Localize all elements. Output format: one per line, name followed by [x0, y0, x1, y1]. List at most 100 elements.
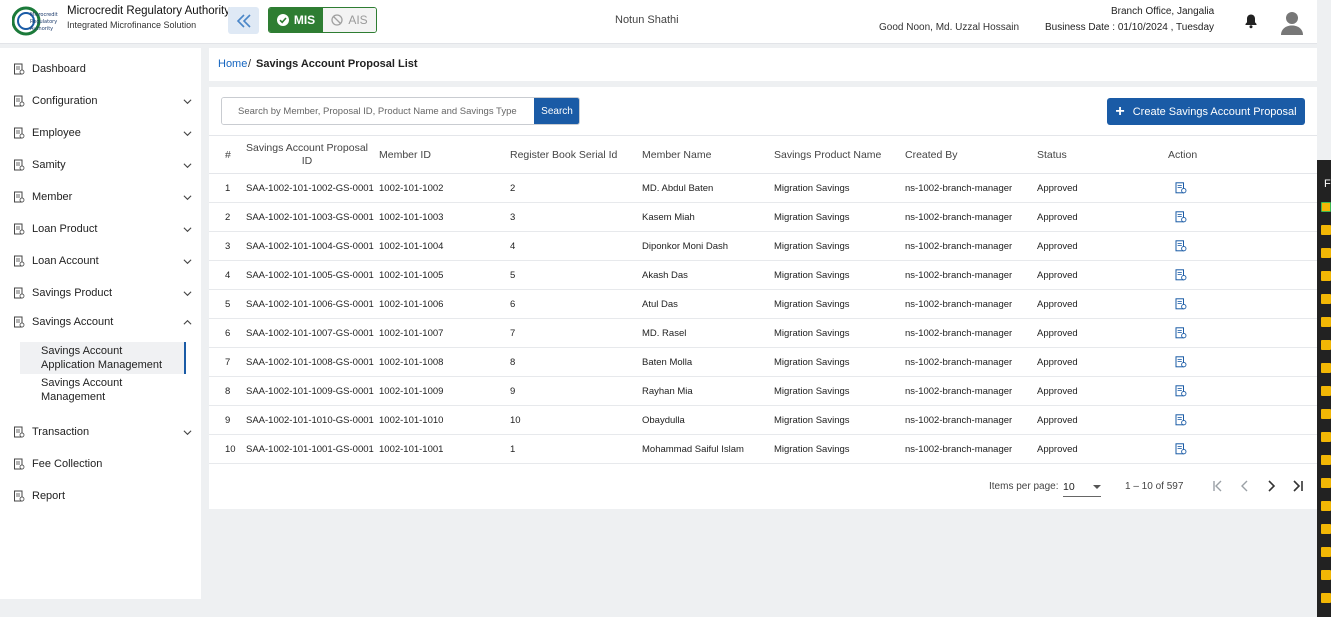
sidebar-subitem-account-management[interactable]: Savings Account Management — [20, 374, 186, 406]
cell-status: Approved — [1037, 270, 1078, 281]
folder-icon — [1321, 547, 1331, 557]
mode-mis-button[interactable]: MIS — [269, 8, 323, 32]
block-icon — [331, 14, 343, 26]
svg-text:Microcredit: Microcredit — [30, 12, 58, 18]
chevron-down-icon — [183, 429, 192, 435]
cell-proposal-id: SAA-1002-101-1008-GS-0001 — [246, 357, 374, 368]
sidebar-item-label: Transaction — [32, 426, 90, 438]
collapse-sidebar-button[interactable] — [228, 7, 259, 34]
sidebar-item-loan-product[interactable]: Loan Product — [0, 214, 201, 244]
create-proposal-button[interactable]: + Create Savings Account Proposal — [1107, 98, 1305, 125]
sidebar-item-member[interactable]: Member — [0, 182, 201, 212]
sidebar-item-report[interactable]: Report — [0, 481, 201, 511]
sidebar-item-samity[interactable]: Samity — [0, 150, 201, 180]
cell-status: Approved — [1037, 299, 1078, 310]
config-icon — [14, 95, 25, 107]
org-name: Notun Shathi — [615, 14, 679, 26]
folder-icon — [1321, 478, 1331, 488]
top-header: Microcredit Regulatory Authority Microcr… — [0, 0, 1317, 44]
search-input[interactable] — [222, 98, 534, 124]
sidebar-item-loan-account[interactable]: Loan Account — [0, 246, 201, 276]
mode-toggle: MIS AIS — [268, 7, 377, 33]
cell-member-id: 1002-101-1002 — [379, 183, 444, 194]
document-icon — [14, 490, 25, 502]
header-proposal-id-line2: ID — [301, 155, 313, 167]
folder-icon — [1321, 593, 1331, 603]
header-status[interactable]: Status — [1037, 149, 1067, 162]
dashboard-icon — [14, 63, 25, 75]
cell-num: 2 — [225, 212, 231, 223]
sidebar-item-dashboard[interactable]: Dashboard — [0, 54, 201, 84]
cell-num: 10 — [225, 444, 236, 455]
cell-created-by: ns-1002-branch-manager — [905, 328, 1013, 339]
view-details-icon[interactable] — [1175, 414, 1187, 426]
folder-icon — [1321, 501, 1331, 511]
header-register-serial[interactable]: Register Book Serial Id — [510, 149, 617, 162]
table-row: 4 SAA-1002-101-1005-GS-0001 1002-101-1005 5… — [209, 261, 1317, 290]
cell-proposal-id: SAA-1002-101-1009-GS-0001 — [246, 386, 374, 397]
cell-register-serial: 3 — [510, 212, 516, 223]
view-details-icon[interactable] — [1175, 298, 1187, 310]
cell-member-name: Atul Das — [642, 299, 678, 310]
sidebar-item-savings-product[interactable]: Savings Product — [0, 278, 201, 308]
mode-ais-label: AIS — [348, 13, 368, 27]
folder-icon — [1321, 432, 1331, 442]
view-details-icon[interactable] — [1175, 211, 1187, 223]
breadcrumb-home-link[interactable]: Home — [218, 58, 247, 70]
header-member-name[interactable]: Member Name — [642, 149, 711, 162]
search-button[interactable]: Search — [534, 98, 579, 124]
sidebar-item-employee[interactable]: Employee — [0, 118, 201, 148]
sidebar-item-configuration[interactable]: Configuration — [0, 86, 201, 116]
cell-num: 9 — [225, 415, 231, 426]
previous-page-icon[interactable] — [1237, 478, 1253, 494]
plus-icon: + — [1115, 102, 1125, 120]
cell-num: 1 — [225, 183, 231, 194]
fee-icon — [14, 458, 25, 470]
cell-status: Approved — [1037, 183, 1078, 194]
view-details-icon[interactable] — [1175, 240, 1187, 252]
cell-created-by: ns-1002-branch-manager — [905, 357, 1013, 368]
business-date: Business Date : 01/10/2024 , Tuesday — [1045, 22, 1214, 33]
cell-num: 7 — [225, 357, 231, 368]
first-page-icon[interactable] — [1210, 478, 1226, 494]
mra-logo: Microcredit Regulatory Authority — [12, 6, 58, 36]
header-proposal-id[interactable]: Savings Account Proposal ID — [246, 142, 368, 168]
next-page-icon[interactable] — [1263, 478, 1279, 494]
view-details-icon[interactable] — [1175, 443, 1187, 455]
sidebar-item-savings-account[interactable]: Savings Account — [0, 307, 201, 337]
cell-proposal-id: SAA-1002-101-1001-GS-0001 — [246, 444, 374, 455]
cell-product-name: Migration Savings — [774, 183, 850, 194]
cell-register-serial: 10 — [510, 415, 521, 426]
bell-icon[interactable] — [1243, 13, 1259, 29]
cell-created-by: ns-1002-branch-manager — [905, 386, 1013, 397]
sidebar-subitem-application-management[interactable]: Savings Account Application Management — [20, 342, 186, 374]
table-row: 2 SAA-1002-101-1003-GS-0001 1002-101-1003 3… — [209, 203, 1317, 232]
sidebar-item-label: Fee Collection — [32, 458, 103, 470]
view-details-icon[interactable] — [1175, 327, 1187, 339]
table-row: 10 SAA-1002-101-1001-GS-0001 1002-101-1001… — [209, 435, 1317, 464]
cell-member-id: 1002-101-1005 — [379, 270, 444, 281]
cell-member-name: Kasem Miah — [642, 212, 695, 223]
sidebar-item-transaction[interactable]: Transaction — [0, 417, 201, 447]
cell-member-name: Diponkor Moni Dash — [642, 241, 729, 252]
cell-product-name: Migration Savings — [774, 328, 850, 339]
folder-icon — [1321, 202, 1331, 212]
sidebar-item-label: Member — [32, 191, 73, 203]
view-details-icon[interactable] — [1175, 356, 1187, 368]
cell-num: 3 — [225, 241, 231, 252]
header-member-id[interactable]: Member ID — [379, 149, 431, 162]
view-details-icon[interactable] — [1175, 269, 1187, 281]
cell-created-by: ns-1002-branch-manager — [905, 183, 1013, 194]
cell-created-by: ns-1002-branch-manager — [905, 299, 1013, 310]
header-product-name[interactable]: Savings Product Name — [774, 149, 881, 162]
items-per-page-select[interactable]: 10 — [1063, 475, 1101, 497]
cell-register-serial: 9 — [510, 386, 516, 397]
last-page-icon[interactable] — [1290, 478, 1306, 494]
document-icon — [14, 316, 25, 328]
header-created-by[interactable]: Created By — [905, 149, 958, 162]
view-details-icon[interactable] — [1175, 385, 1187, 397]
user-avatar-icon[interactable] — [1279, 9, 1305, 35]
sidebar-item-fee-collection[interactable]: Fee Collection — [0, 449, 201, 479]
view-details-icon[interactable] — [1175, 182, 1187, 194]
mode-ais-button[interactable]: AIS — [323, 8, 376, 32]
